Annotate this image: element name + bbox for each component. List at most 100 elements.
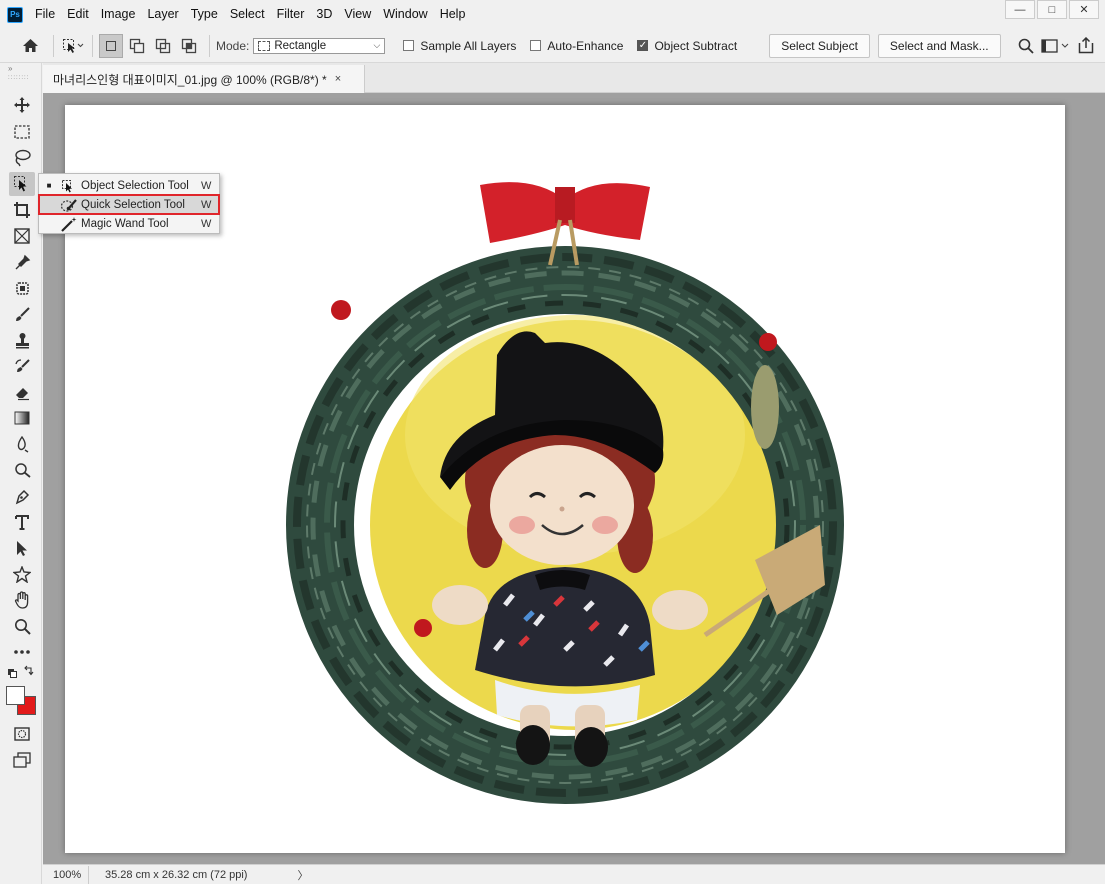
flyout-label: Object Selection Tool (81, 179, 189, 192)
blur-icon[interactable] (9, 432, 35, 456)
subtract-selection-mode[interactable] (151, 34, 175, 58)
object-subtract-checkbox[interactable]: ✓ Object Subtract (637, 39, 737, 53)
red-berry (331, 300, 351, 320)
minimize-button[interactable]: — (1005, 0, 1035, 19)
flyout-label: Quick Selection Tool (81, 198, 185, 211)
separator (209, 34, 210, 57)
healing-brush-icon[interactable] (9, 276, 35, 300)
home-icon[interactable] (17, 33, 43, 59)
new-selection-icon (106, 40, 116, 51)
menu-select[interactable]: Select (224, 0, 271, 29)
flyout-quick-selection-tool[interactable]: Quick Selection Tool W (38, 194, 220, 215)
document-tabs: 마녀리스인형 대표이미지_01.jpg @ 100% (RGB/8*) * × (43, 63, 1105, 93)
status-bar: 100% 35.28 cm x 26.32 cm (72 ppi) 〉 (43, 864, 1105, 884)
menu-help[interactable]: Help (434, 0, 472, 29)
zoom-level-field[interactable]: 100% (43, 865, 89, 884)
select-subject-button[interactable]: Select Subject (769, 33, 870, 58)
quick-mask-icon[interactable] (9, 722, 35, 746)
object-selection-icon (59, 178, 79, 194)
share-icon[interactable] (1073, 33, 1099, 59)
flyout-shortcut: W (201, 217, 212, 230)
rectangular-marquee-icon[interactable] (9, 120, 35, 144)
type-icon[interactable] (9, 510, 35, 534)
frame-icon[interactable] (9, 224, 35, 248)
crop-icon[interactable] (9, 198, 35, 222)
auto-enhance-label: Auto-Enhance (547, 38, 624, 53)
add-selection-mode[interactable] (125, 34, 149, 58)
tool-preset-icon[interactable] (60, 33, 86, 59)
flyout-magic-wand-tool[interactable]: Magic Wand Tool W (39, 214, 219, 233)
flyout-label: Magic Wand Tool (81, 217, 169, 230)
zoom-icon[interactable] (9, 614, 35, 638)
mode-value: Rectangle (274, 39, 327, 52)
pen-icon[interactable] (9, 484, 35, 508)
photoshop-logo: Ps (7, 6, 23, 23)
doll-arm (652, 590, 708, 630)
red-berry (759, 333, 777, 351)
mode-label: Mode: (216, 38, 250, 53)
dried-leaf (751, 365, 779, 449)
intersect-selection-mode[interactable] (177, 34, 201, 58)
menu-type[interactable]: Type (185, 0, 224, 29)
window-controls: — □ ✕ (1005, 0, 1099, 19)
hand-icon[interactable] (9, 588, 35, 612)
checkbox-box (530, 40, 542, 51)
swap-colors-icon[interactable] (5, 664, 37, 680)
chevron-right-icon[interactable]: 〉 (297, 867, 308, 883)
custom-shape-icon[interactable] (9, 562, 35, 586)
menu-image[interactable]: Image (95, 0, 142, 29)
tools-panel: » :::::::: (0, 63, 42, 884)
doll-face (490, 445, 634, 565)
sample-all-layers-label: Sample All Layers (420, 38, 517, 53)
menu-window[interactable]: Window (377, 0, 433, 29)
close-tab-icon[interactable]: × (335, 73, 341, 85)
flyout-object-selection-tool[interactable]: ■ Object Selection Tool W (39, 176, 219, 195)
rectangle-mode-icon (258, 40, 271, 51)
doll-shoe (516, 725, 550, 765)
menu-edit[interactable]: Edit (61, 0, 95, 29)
more-tools-icon[interactable] (9, 640, 35, 664)
checkbox-box (403, 40, 415, 51)
current-tool-bullet: ■ (46, 181, 52, 190)
dodge-icon[interactable] (9, 458, 35, 482)
quick-selection-icon (59, 197, 79, 213)
chevron-down-icon: ⌵ (373, 39, 381, 50)
red-berry (414, 619, 432, 637)
flyout-shortcut: W (201, 198, 212, 211)
lasso-icon[interactable] (9, 146, 35, 170)
document-tab[interactable]: 마녀리스인형 대표이미지_01.jpg @ 100% (RGB/8*) * × (43, 65, 365, 93)
menu-3d[interactable]: 3D (310, 0, 338, 29)
options-bar: Mode: Rectangle ⌵ Sample All Layers Auto… (0, 29, 1105, 63)
eyedropper-icon[interactable] (9, 250, 35, 274)
sample-all-layers-checkbox[interactable]: Sample All Layers (403, 39, 516, 53)
select-and-mask-button[interactable]: Select and Mask... (877, 33, 1001, 58)
brush-icon[interactable] (9, 302, 35, 326)
gradient-icon[interactable] (9, 406, 35, 430)
flyout-shortcut: W (201, 179, 212, 192)
mode-dropdown[interactable]: Rectangle ⌵ (253, 37, 386, 54)
path-selection-icon[interactable] (9, 536, 35, 560)
auto-enhance-checkbox[interactable]: Auto-Enhance (530, 39, 623, 53)
maximize-button[interactable]: □ (1037, 0, 1067, 19)
selection-tools-flyout: ■ Object Selection Tool W Quick Selectio… (38, 173, 220, 234)
menu-view[interactable]: View (338, 0, 377, 29)
menu-filter[interactable]: Filter (271, 0, 311, 29)
foreground-color-swatch[interactable] (6, 686, 25, 705)
eraser-icon[interactable] (9, 380, 35, 404)
menu-bar: Ps File Edit Image Layer Type Select Fil… (0, 0, 1105, 29)
screen-mode-icon[interactable] (9, 748, 35, 772)
menu-layer[interactable]: Layer (141, 0, 184, 29)
panel-collapse-icon[interactable]: » :::::::: (0, 63, 41, 81)
close-window-button[interactable]: ✕ (1069, 0, 1099, 19)
search-icon[interactable] (1013, 33, 1039, 59)
doll-arm (432, 585, 488, 625)
move-tool-icon[interactable] (9, 93, 35, 117)
clone-stamp-icon[interactable] (9, 328, 35, 352)
menu-file[interactable]: File (29, 0, 61, 29)
object-selection-icon[interactable] (9, 172, 35, 196)
new-selection-mode[interactable] (99, 33, 123, 58)
history-brush-icon[interactable] (9, 354, 35, 378)
separator (53, 34, 54, 57)
checkmark-icon: ✓ (637, 39, 649, 51)
workspace-switcher-icon[interactable] (1039, 33, 1073, 59)
